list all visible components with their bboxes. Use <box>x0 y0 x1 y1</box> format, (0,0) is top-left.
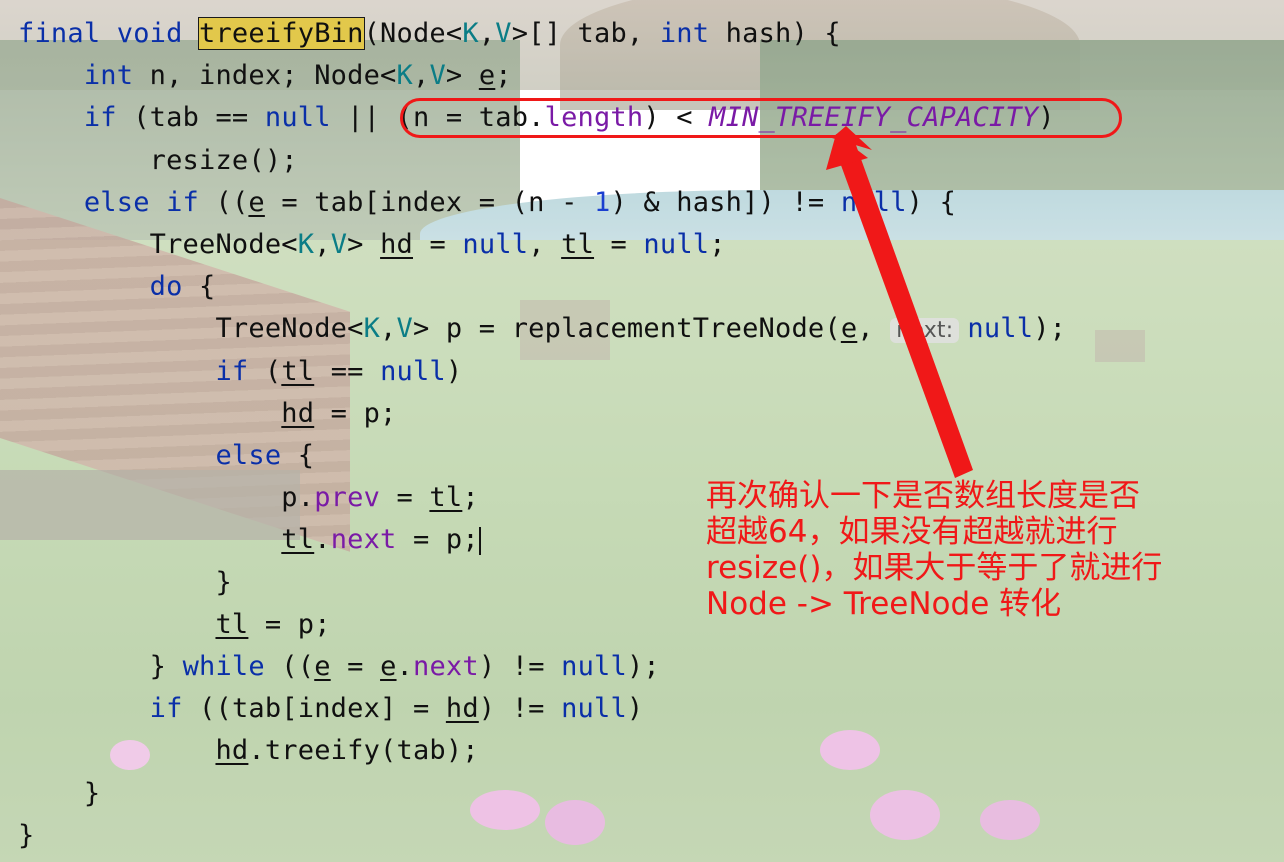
annotation-line: 再次确认一下是否数组长度是否 <box>706 478 1140 514</box>
annotation-arrow-icon <box>826 126 973 478</box>
annotation-note: 再次确认一下是否数组长度是否 超越64，如果没有超越就进行 resize()，如… <box>706 478 1266 622</box>
annotation-line: 超越64，如果没有超越就进行 <box>706 514 1118 550</box>
annotation-line: resize()，如果大于等于了就进行 <box>706 550 1163 586</box>
annotation-line: Node -> TreeNode 转化 <box>706 586 1062 622</box>
